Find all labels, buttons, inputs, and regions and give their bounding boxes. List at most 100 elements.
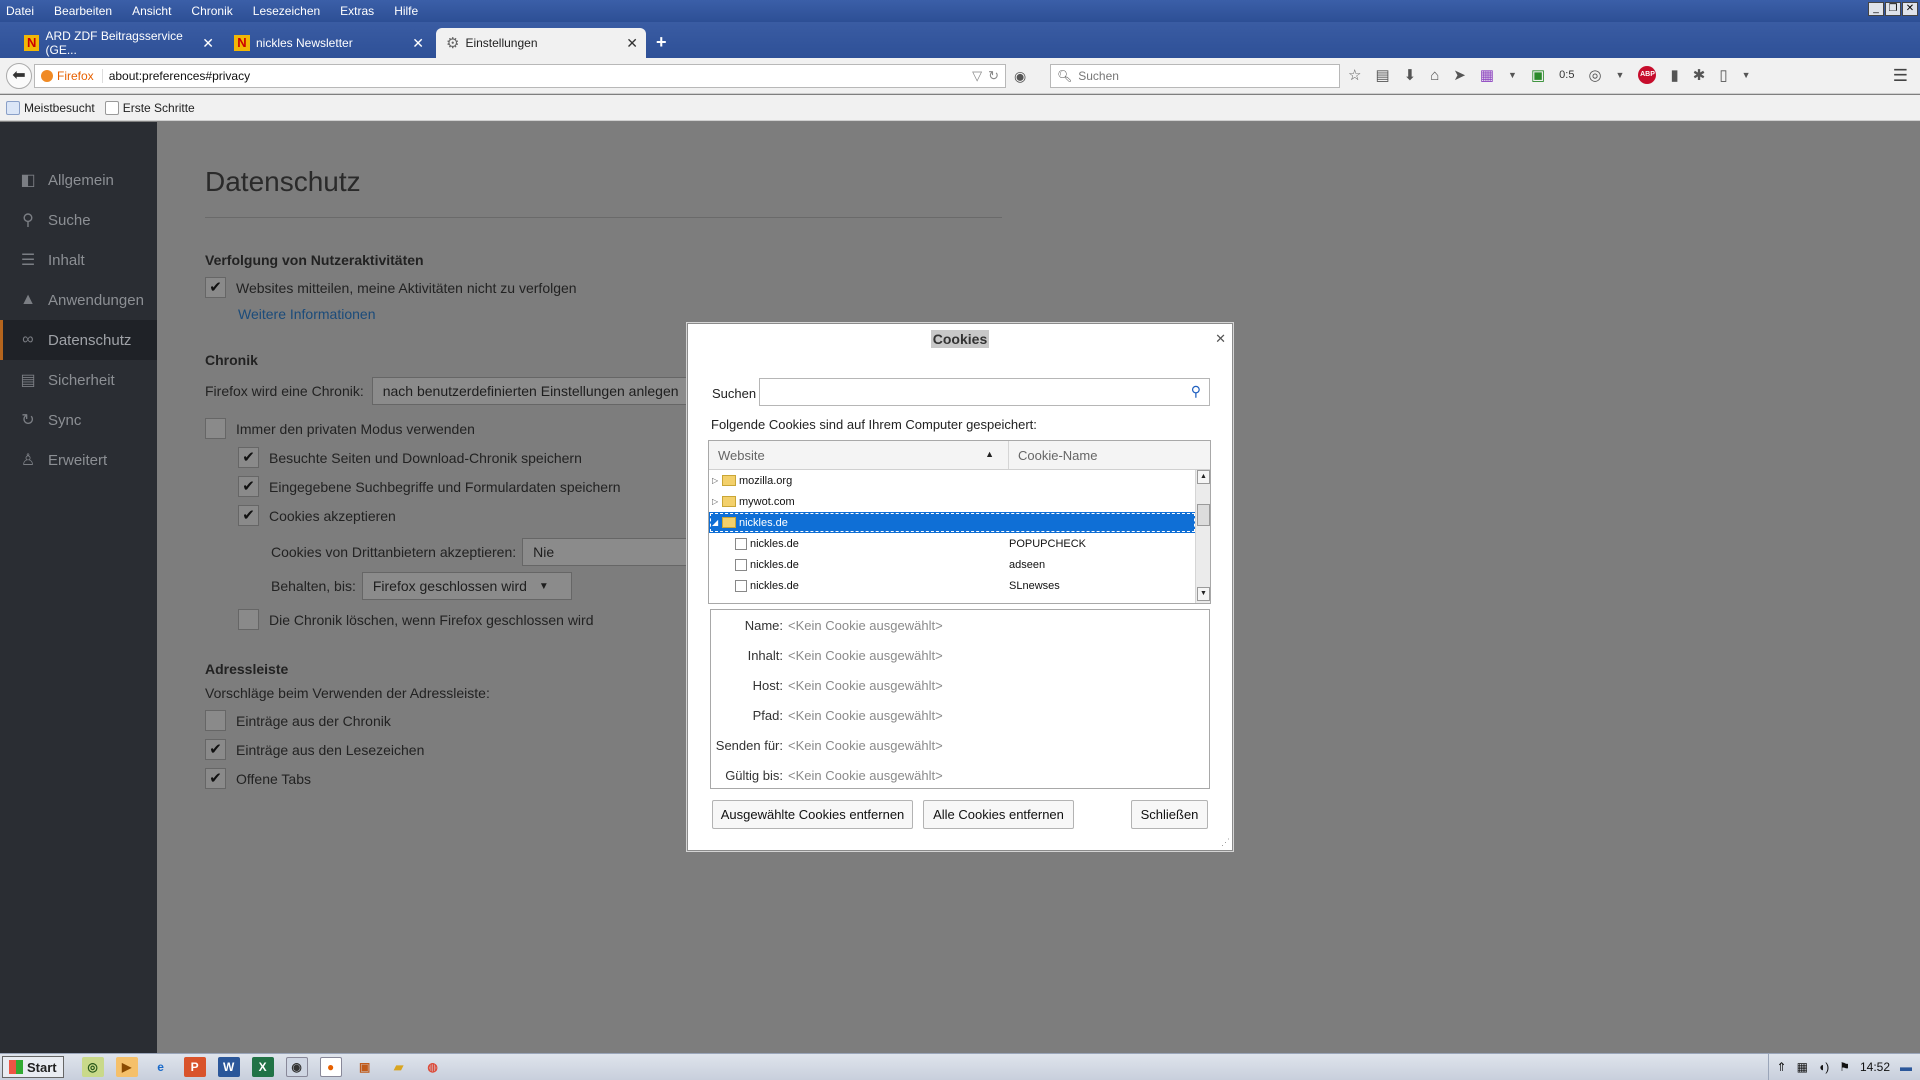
keep-select[interactable]: Firefox geschlossen wird ▼ — [361, 572, 572, 600]
show-desktop-icon[interactable]: ▬ — [1900, 1060, 1912, 1074]
menu-datei[interactable]: Datei — [4, 4, 36, 18]
reload-icon[interactable]: ↻ — [988, 68, 999, 84]
menu-hilfe[interactable]: Hilfe — [392, 4, 420, 18]
tab-close-icon[interactable]: ✕ — [412, 35, 424, 52]
expand-triangle-icon[interactable]: ▷ — [712, 497, 722, 506]
private-mode-checkbox[interactable] — [205, 418, 226, 439]
dropdown-arrow-icon[interactable]: ▽ — [972, 68, 982, 84]
download-icon[interactable]: ⬇ — [1404, 66, 1417, 84]
sidebar-item-suche[interactable]: ⚲ Suche — [0, 200, 157, 240]
identity-box[interactable]: Firefox — [35, 69, 103, 83]
ab-bookmarks-checkbox[interactable]: ✔ — [205, 739, 226, 760]
tree-row[interactable]: nickles.de SLnewses — [709, 575, 1196, 596]
url-bar[interactable]: Firefox about:preferences#privacy ▽ ↻ — [34, 64, 1006, 88]
visited-checkbox[interactable]: ✔ — [238, 447, 259, 468]
third-party-select[interactable]: Nie — [522, 538, 693, 566]
adblock-icon[interactable]: ABP — [1638, 66, 1657, 84]
sidebar-item-anwendungen[interactable]: ▲ Anwendungen — [0, 280, 157, 320]
sidebar-item-sync[interactable]: ↻ Sync — [0, 400, 157, 440]
app-icon[interactable]: ▣ — [354, 1057, 376, 1077]
app-icon[interactable]: ◎ — [81, 1057, 104, 1077]
scroll-up-icon[interactable]: ▲ — [1197, 470, 1210, 484]
dropdown-arrow-icon[interactable]: ▼ — [1742, 70, 1751, 80]
ab-tabs-checkbox[interactable]: ✔ — [205, 768, 226, 789]
collapse-triangle-icon[interactable]: ◢ — [712, 518, 722, 527]
dropdown-arrow-icon[interactable]: ▼ — [1508, 70, 1517, 80]
start-button[interactable]: Start — [2, 1056, 64, 1078]
tab-ard-zdf[interactable]: N ARD ZDF Beitragsservice (GE... ✕ — [14, 28, 222, 58]
firefox-icon[interactable]: ● — [319, 1057, 342, 1077]
menu-extras[interactable]: Extras — [338, 4, 376, 18]
chrome-icon[interactable]: ◍ — [422, 1057, 444, 1077]
page-icon[interactable]: ▮ — [1670, 66, 1678, 84]
clear-history-checkbox[interactable] — [238, 609, 259, 630]
network-icon[interactable]: ▦ — [1797, 1060, 1808, 1074]
menu-ansicht[interactable]: Ansicht — [130, 4, 173, 18]
sidebar-item-datenschutz[interactable]: ∞ Datenschutz — [0, 320, 157, 360]
back-button[interactable]: ⬅ — [6, 63, 32, 89]
cookie-tree[interactable]: Website ▲ Cookie-Name ▷ mozilla.org ▷ my… — [708, 440, 1211, 604]
restore-button[interactable]: ❐ — [1885, 2, 1901, 16]
minimize-button[interactable]: _ — [1868, 2, 1884, 16]
new-tab-button[interactable]: + — [656, 32, 667, 53]
puzzle-icon[interactable]: ✱ — [1693, 66, 1706, 84]
expand-triangle-icon[interactable]: ▷ — [712, 476, 722, 485]
app-icon[interactable]: ◉ — [285, 1057, 308, 1077]
sidebar-item-sicherheit[interactable]: ▤ Sicherheit — [0, 360, 157, 400]
tab-close-icon[interactable]: ✕ — [626, 35, 638, 52]
addon-icon[interactable]: ▣ — [1531, 66, 1545, 84]
close-window-button[interactable]: ✕ — [1902, 2, 1918, 16]
bookmark-erste-schritte[interactable]: Erste Schritte — [104, 100, 195, 115]
sidebar-item-inhalt[interactable]: ☰ Inhalt — [0, 240, 157, 280]
scroll-thumb[interactable] — [1197, 504, 1210, 526]
wot-icon[interactable]: ◎ — [1588, 66, 1601, 84]
close-dialog-button[interactable]: Schließen — [1131, 800, 1208, 829]
excel-icon[interactable]: X — [251, 1057, 274, 1077]
volume-icon[interactable]: ◖) — [1818, 1060, 1829, 1074]
grid-icon[interactable]: ▦ — [1480, 66, 1494, 84]
tray-expand-icon[interactable]: ⇑ — [1777, 1060, 1787, 1074]
home-icon[interactable]: ⌂ — [1430, 67, 1439, 84]
sidebar-item-allgemein[interactable]: ◧ Allgemein — [0, 160, 157, 200]
tab-close-icon[interactable]: ✕ — [202, 35, 214, 52]
menu-icon[interactable]: ☰ — [1893, 66, 1908, 86]
remove-all-cookies-button[interactable]: Alle Cookies entfernen — [923, 800, 1074, 829]
powerpoint-icon[interactable]: P — [183, 1057, 206, 1077]
bookmark-star-icon[interactable]: ☆ — [1348, 66, 1361, 84]
history-mode-select[interactable]: nach benutzerdefinierten Einstellungen a… — [371, 377, 702, 405]
menu-chronik[interactable]: Chronik — [189, 4, 234, 18]
searchform-checkbox[interactable]: ✔ — [238, 476, 259, 497]
tab-nickles-newsletter[interactable]: N nickles Newsletter ✕ — [224, 28, 432, 58]
menu-lesezeichen[interactable]: Lesezeichen — [251, 4, 322, 18]
ab-history-checkbox[interactable] — [205, 710, 226, 731]
menu-bearbeiten[interactable]: Bearbeiten — [52, 4, 114, 18]
tree-row[interactable]: nickles.de POPUPCHECK — [709, 533, 1196, 554]
tree-scrollbar[interactable]: ▲ ▼ — [1195, 470, 1210, 603]
dropdown-arrow-icon[interactable]: ▼ — [1616, 70, 1625, 80]
sidebar-item-erweitert[interactable]: ♙ Erweitert — [0, 440, 157, 480]
column-cookie-name[interactable]: Cookie-Name — [1009, 441, 1097, 469]
flag-icon[interactable]: ⚑ — [1839, 1060, 1850, 1074]
url-text[interactable]: about:preferences#privacy — [109, 69, 972, 83]
cookies-checkbox[interactable]: ✔ — [238, 505, 259, 526]
screenshot-icon[interactable]: ◉ — [1014, 68, 1026, 85]
dnt-checkbox[interactable]: ✔ — [205, 277, 226, 298]
scroll-down-icon[interactable]: ▼ — [1197, 587, 1210, 601]
search-icon[interactable]: ⚲ — [1191, 383, 1201, 400]
word-icon[interactable]: W — [217, 1057, 240, 1077]
more-info-link[interactable]: Weitere Informationen — [238, 306, 375, 322]
tree-row[interactable]: ▷ mozilla.org — [709, 470, 1196, 491]
resize-grip-icon[interactable]: ⋰ — [1221, 837, 1230, 848]
cookie-search-input[interactable]: ⚲ — [759, 378, 1210, 406]
tree-row-selected[interactable]: ◢ nickles.de — [709, 512, 1196, 533]
close-icon[interactable]: ✕ — [1215, 331, 1226, 347]
bookmark-meistbesucht[interactable]: Meistbesucht — [6, 100, 95, 115]
clipboard-icon[interactable]: ▯ — [1719, 66, 1727, 84]
column-website[interactable]: Website ▲ — [709, 441, 1009, 469]
reading-list-icon[interactable]: ▤ — [1375, 66, 1389, 84]
send-icon[interactable]: ➤ — [1453, 66, 1466, 84]
media-player-icon[interactable]: ▶ — [115, 1057, 138, 1077]
tab-einstellungen[interactable]: ⚙ Einstellungen ✕ — [436, 28, 646, 58]
folder-icon[interactable]: ▰ — [388, 1057, 410, 1077]
search-bar[interactable]: 🔍︎ Suchen — [1050, 64, 1340, 88]
